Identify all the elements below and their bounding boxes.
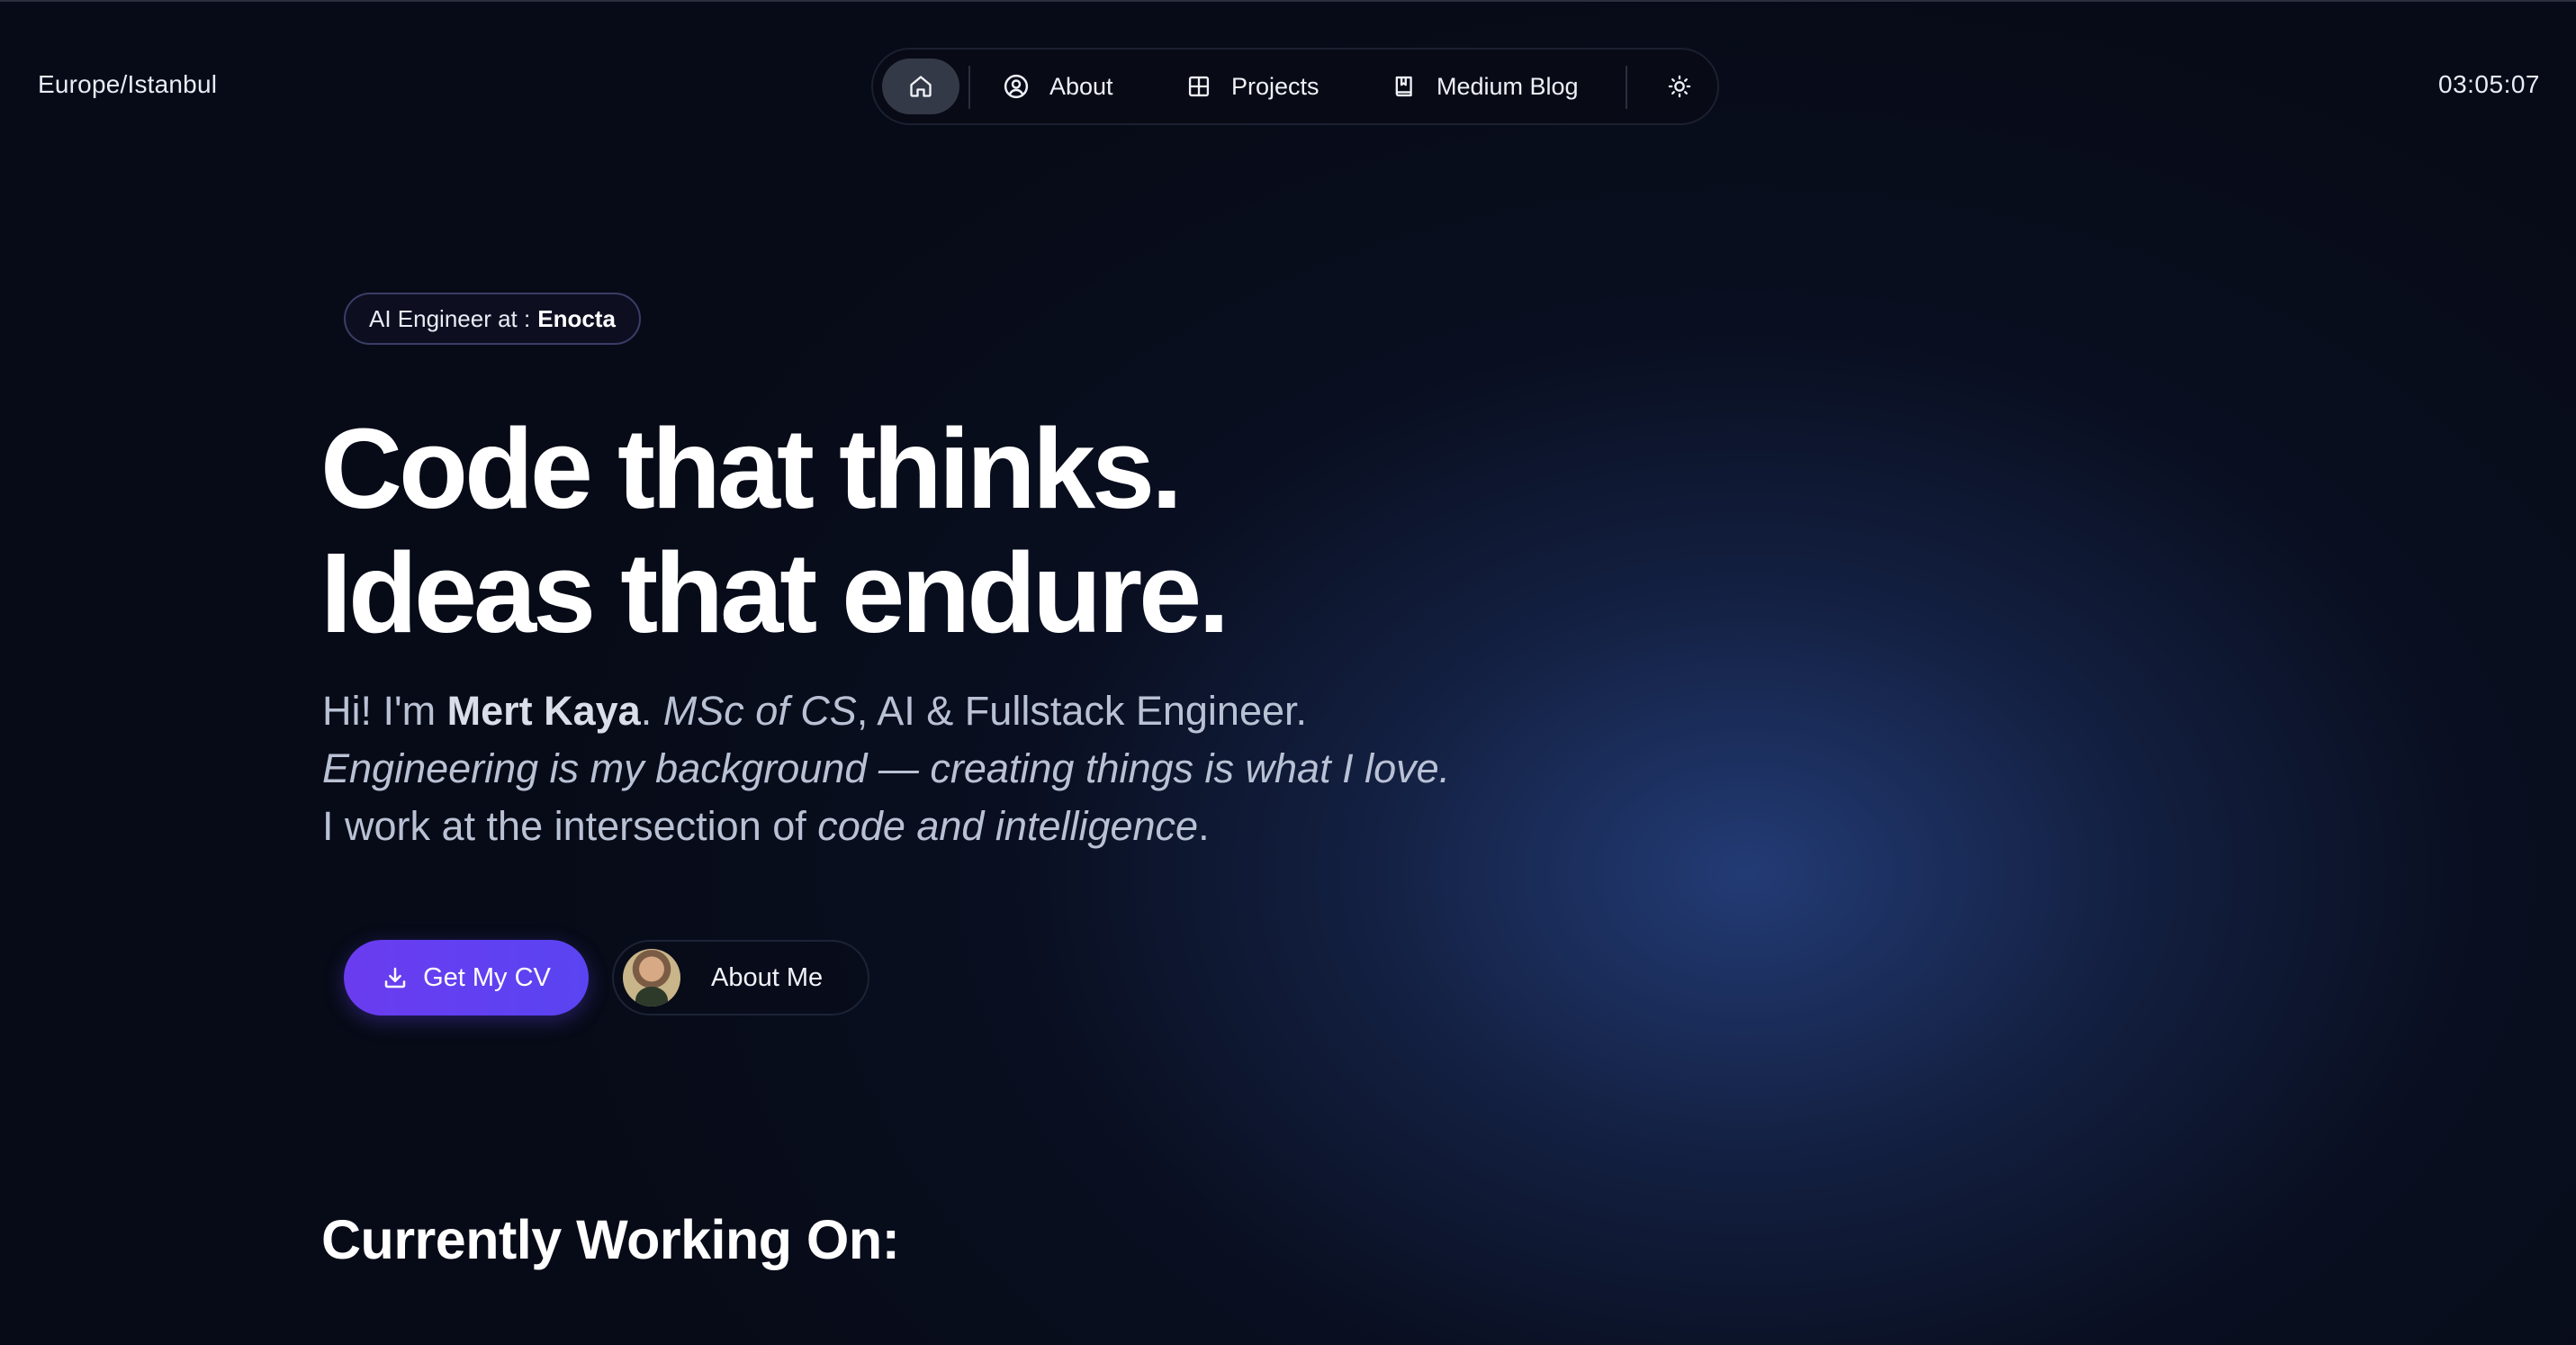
grid-icon (1188, 76, 1210, 97)
hero-intro: Hi! I'm Mert Kaya. MSc of CS, AI & Fulls… (322, 682, 1450, 855)
avatar (623, 949, 680, 1006)
hero-headline: Code that thinks. Ideas that endure. (320, 405, 1229, 656)
about-me-label: About Me (711, 962, 824, 992)
get-cv-label: Get My CV (423, 962, 551, 992)
intro-degree: MSc of CS (662, 688, 857, 734)
nav-about-label: About (1049, 72, 1113, 100)
intro-line-1: Hi! I'm Mert Kaya. MSc of CS, AI & Fulls… (322, 682, 1450, 740)
nav-divider (1626, 66, 1627, 109)
intro-line-2: Engineering is my background — creating … (322, 745, 1451, 791)
nav-item-medium-blog[interactable]: Medium Blog (1392, 50, 1579, 123)
intro-emphasis: code and intelligence (817, 803, 1199, 849)
about-me-button[interactable]: About Me (612, 940, 869, 1016)
timezone-label: Europe/Istanbul (38, 70, 218, 98)
nav-divider (968, 66, 970, 109)
book-icon (1395, 76, 1412, 97)
intro-text: . (640, 688, 663, 734)
user-circle-icon (1004, 74, 1029, 99)
sun-icon (1668, 75, 1691, 98)
intro-text: I work at the intersection of (322, 803, 818, 849)
headline-line-1: Code that thinks. (320, 405, 1183, 532)
download-icon (384, 967, 406, 988)
top-border (0, 0, 2576, 2)
role-badge-prefix: AI Engineer at : (369, 304, 531, 332)
role-badge-company: Enocta (537, 304, 616, 332)
get-cv-button[interactable]: Get My CV (344, 940, 589, 1016)
nav-item-about[interactable]: About (1003, 50, 1113, 123)
intro-text: . (1198, 803, 1210, 849)
nav-projects-label: Projects (1231, 72, 1320, 100)
headline-line-2: Ideas that endure. (320, 529, 1229, 656)
intro-line-3: I work at the intersection of code and i… (322, 798, 1450, 855)
main-nav: About Projects Medium Blog (871, 48, 1719, 125)
clock: 03:05:07 (2438, 70, 2540, 98)
home-icon (910, 76, 932, 97)
section-title: Currently Working On: (321, 1209, 900, 1270)
intro-name: Mert Kaya (446, 688, 641, 734)
nav-medium-label: Medium Blog (1437, 72, 1579, 100)
intro-text: Hi! I'm (322, 688, 447, 734)
nav-item-projects[interactable]: Projects (1186, 50, 1320, 123)
intro-text: , AI & Fullstack Engineer. (856, 688, 1308, 734)
role-badge: AI Engineer at : Enocta (344, 293, 641, 345)
nav-home-button[interactable] (882, 59, 959, 114)
theme-toggle-button[interactable] (1662, 68, 1698, 104)
